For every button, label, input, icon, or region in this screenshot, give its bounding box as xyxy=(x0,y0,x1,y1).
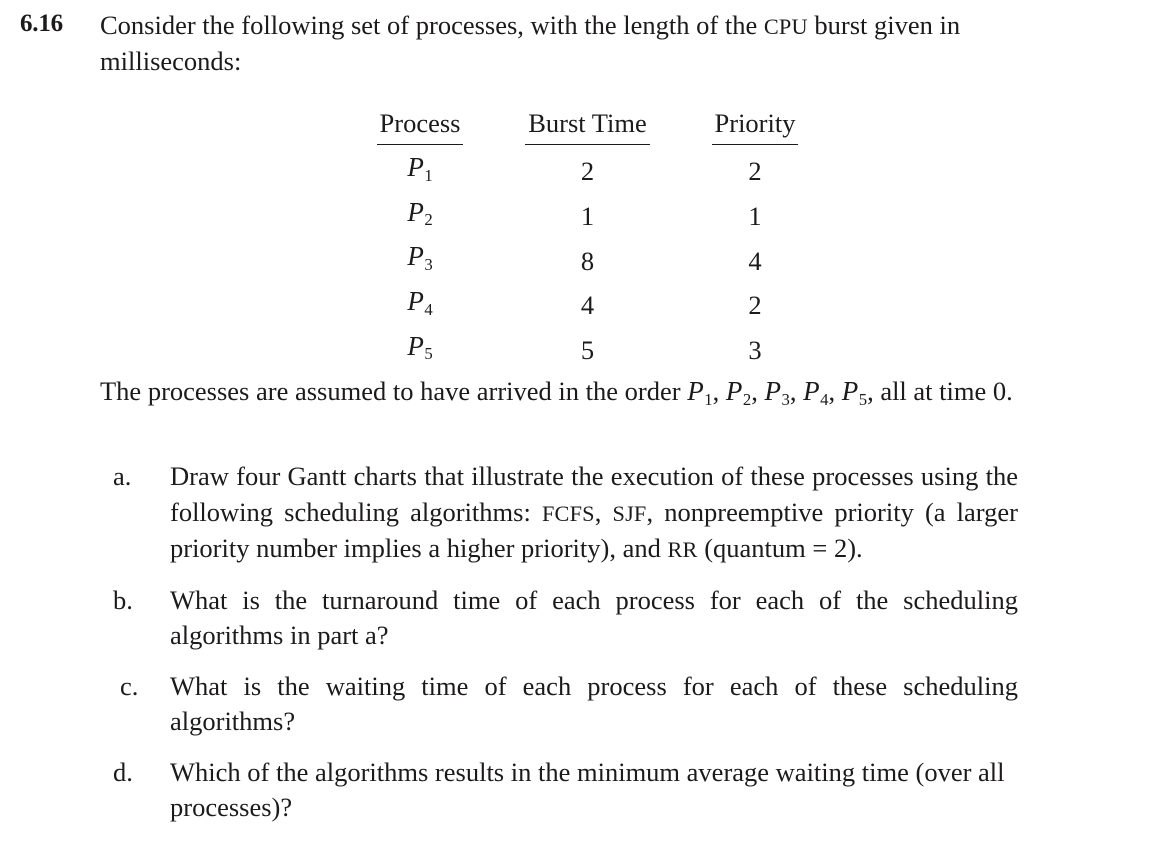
arrival-lead: The processes are assumed to have arrive… xyxy=(100,376,688,406)
question-text-a: Draw four Gantt charts that illustrate t… xyxy=(170,461,1018,563)
arrival-order-list: P1, P2, P3, P4, P5, xyxy=(687,376,874,409)
cell-process: P2 xyxy=(407,196,433,230)
question-item-c: c. What is the waiting time of each proc… xyxy=(113,669,1018,740)
cell-burst-time: 8 xyxy=(580,245,595,276)
cell-priority: 1 xyxy=(748,201,762,231)
algorithm-name: RR xyxy=(667,537,698,562)
table-header-row: Process Burst Time Priority xyxy=(345,108,830,149)
cell-priority: 2 xyxy=(748,290,762,321)
question-marker-d: d. xyxy=(113,756,133,787)
cell-process: P5 xyxy=(407,330,433,364)
cell-burst-time: 4 xyxy=(580,290,595,321)
question-item-a: a. Draw four Gantt charts that illustrat… xyxy=(113,459,1018,568)
exercise-prompt-cpu: CPU xyxy=(763,14,808,39)
question-text-b: What is the turnaround time of each proc… xyxy=(170,584,1018,651)
question-item-b: b. What is the turnaround time of each p… xyxy=(113,583,1018,654)
question-marker-a: a. xyxy=(113,461,132,491)
cell-burst-time: 1 xyxy=(580,201,595,231)
column-header-process: Process xyxy=(345,108,495,149)
cell-burst-time: 2 xyxy=(580,156,595,187)
algorithm-name: FCFS xyxy=(541,500,595,526)
process-table: Process Burst Time Priority P1 2 2 P2 1 … xyxy=(345,108,830,372)
algorithm-name: SJF xyxy=(612,500,647,526)
exercise-prompt-part1: Consider the following set of processes,… xyxy=(100,10,764,40)
cell-priority: 4 xyxy=(748,245,762,276)
question-item-d: d. Which of the algorithms results in th… xyxy=(113,755,1018,826)
cell-process: P1 xyxy=(407,152,433,185)
process-label: P1 xyxy=(687,376,713,409)
exercise-number: 6.16 xyxy=(20,10,63,37)
table-header: Process Burst Time Priority xyxy=(345,108,830,149)
column-header-priority: Priority xyxy=(680,108,830,149)
table-row: P4 4 2 xyxy=(345,283,830,328)
process-table-container: Process Burst Time Priority P1 2 2 P2 1 … xyxy=(0,108,1160,372)
cell-priority: 2 xyxy=(748,156,762,187)
cell-process: P4 xyxy=(407,286,433,319)
arrival-paragraph: The processes are assumed to have arrive… xyxy=(100,374,1018,417)
question-marker-c: c. xyxy=(120,670,139,701)
column-header-burst-time: Burst Time xyxy=(495,108,680,149)
process-label: P2 xyxy=(725,376,752,409)
table-row: P3 8 4 xyxy=(345,238,830,283)
document-page: 6.16 Consider the following set of proce… xyxy=(0,0,1160,850)
exercise-block: 6.16 Consider the following set of proce… xyxy=(0,8,1160,79)
process-label: P3 xyxy=(764,376,790,409)
question-list: a. Draw four Gantt charts that illustrat… xyxy=(0,459,1160,841)
table-body: P1 2 2 P2 1 1 P3 8 4 P4 4 2 P5 5 3 xyxy=(345,149,830,372)
question-text-d: Which of the algorithms results in the m… xyxy=(170,756,1005,823)
question-text-c: What is the waiting time of each process… xyxy=(170,670,1018,737)
question-marker-b: b. xyxy=(113,584,133,615)
cell-process: P3 xyxy=(407,241,433,275)
process-label: P4 xyxy=(803,376,829,409)
table-row: P5 5 3 xyxy=(345,328,830,373)
cell-burst-time: 5 xyxy=(580,335,595,366)
table-row: P1 2 2 xyxy=(345,149,830,194)
exercise-prompt: Consider the following set of processes,… xyxy=(100,8,1018,79)
table-row: P2 1 1 xyxy=(345,194,830,239)
cell-priority: 3 xyxy=(748,335,762,366)
process-label: P5 xyxy=(841,376,868,409)
arrival-tail: all at time 0. xyxy=(873,376,1013,406)
